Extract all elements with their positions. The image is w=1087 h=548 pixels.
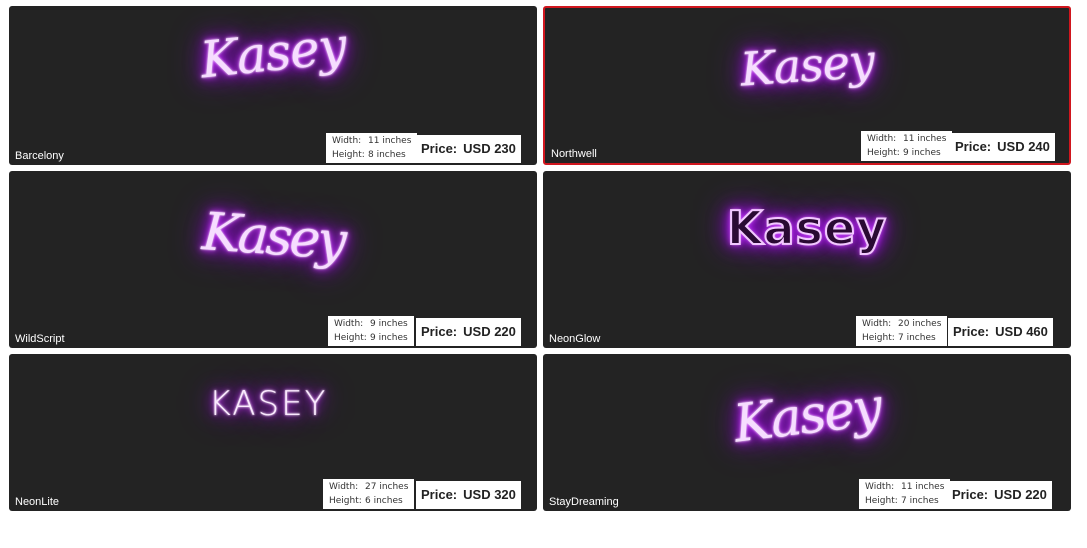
- price-value: USD 220: [463, 324, 516, 339]
- price-value: USD 320: [463, 487, 516, 502]
- price-label: Price:: [421, 487, 458, 502]
- neon-preview-text: Kasey: [200, 202, 346, 272]
- neon-preview-text: Kasey: [738, 33, 876, 97]
- width-value: 11 inches: [368, 136, 412, 146]
- price-value: USD 460: [995, 324, 1048, 339]
- price-tag: Price: USD 320: [416, 481, 521, 509]
- price-tag: Price: USD 460: [948, 318, 1053, 346]
- price-value: USD 240: [997, 139, 1050, 154]
- size-dimensions: Width: 11 inches Height: 8 inches: [326, 133, 418, 163]
- price-label: Price:: [952, 487, 989, 502]
- font-style-name: StayDreaming: [549, 496, 619, 508]
- font-option-card[interactable]: KASEY NeonLite Width: 27 inches Height: 6 …: [9, 354, 537, 511]
- neon-preview-text: KASEY: [208, 384, 328, 424]
- price-label: Price:: [421, 141, 458, 156]
- font-option-card[interactable]: Kasey Barcelony Width: 11 inches Height: 8…: [9, 6, 537, 165]
- width-label: Width:: [329, 482, 359, 492]
- font-style-name: Barcelony: [15, 150, 64, 162]
- height-value: 7 inches: [898, 333, 936, 343]
- font-option-card[interactable]: Kasey WildScript Width: 9 inches Height: 9…: [9, 171, 537, 348]
- price-tag: Price: USD 220: [947, 481, 1052, 509]
- height-value: 8 inches: [368, 150, 406, 160]
- size-dimensions: Width: 9 inches Height: 9 inches: [328, 316, 414, 346]
- height-value: 9 inches: [370, 333, 408, 343]
- height-value: 6 inches: [365, 496, 403, 506]
- price-label: Price:: [955, 139, 992, 154]
- price-tag: Price: USD 240: [950, 133, 1055, 161]
- font-style-name: NeonGlow: [549, 333, 601, 345]
- width-label: Width:: [334, 319, 364, 329]
- price-tag: Price: USD 230: [416, 135, 521, 163]
- font-option-card[interactable]: Kasey NeonGlow Width: 20 inches Height: 7 …: [543, 171, 1071, 348]
- font-option-card-selected[interactable]: Kasey Northwell Width: 11 inches Height: 9…: [543, 6, 1071, 165]
- width-label: Width:: [862, 319, 892, 329]
- width-label: Width:: [332, 136, 362, 146]
- height-label: Height:: [862, 333, 895, 343]
- price-value: USD 230: [463, 141, 516, 156]
- size-dimensions: Width: 11 inches Height: 7 inches: [859, 479, 951, 509]
- font-option-card[interactable]: Kasey StayDreaming Width: 11 inches Heigh…: [543, 354, 1071, 511]
- height-value: 7 inches: [901, 496, 939, 506]
- size-dimensions: Width: 27 inches Height: 6 inches: [323, 479, 415, 509]
- font-style-name: WildScript: [15, 333, 65, 345]
- neon-preview-text: Kasey: [726, 200, 888, 256]
- height-label: Height:: [334, 333, 367, 343]
- font-options-grid: Kasey Barcelony Width: 11 inches Height: 8…: [0, 0, 1087, 548]
- width-value: 20 inches: [898, 319, 942, 329]
- width-value: 9 inches: [370, 319, 408, 329]
- height-value: 9 inches: [903, 148, 941, 158]
- height-label: Height:: [865, 496, 898, 506]
- width-value: 11 inches: [901, 482, 945, 492]
- price-label: Price:: [421, 324, 458, 339]
- font-style-name: Northwell: [551, 148, 597, 160]
- neon-preview-text: Kasey: [197, 16, 349, 90]
- width-value: 11 inches: [903, 134, 947, 144]
- price-value: USD 220: [994, 487, 1047, 502]
- font-style-name: NeonLite: [15, 496, 60, 508]
- price-tag: Price: USD 220: [416, 318, 521, 346]
- width-label: Width:: [867, 134, 897, 144]
- size-dimensions: Width: 20 inches Height: 7 inches: [856, 316, 948, 346]
- size-dimensions: Width: 11 inches Height: 9 inches: [861, 131, 953, 161]
- height-label: Height:: [867, 148, 900, 158]
- width-label: Width:: [865, 482, 895, 492]
- neon-preview-text: Kasey: [730, 377, 884, 455]
- height-label: Height:: [332, 150, 365, 160]
- width-value: 27 inches: [365, 482, 409, 492]
- height-label: Height:: [329, 496, 362, 506]
- price-label: Price:: [953, 324, 990, 339]
